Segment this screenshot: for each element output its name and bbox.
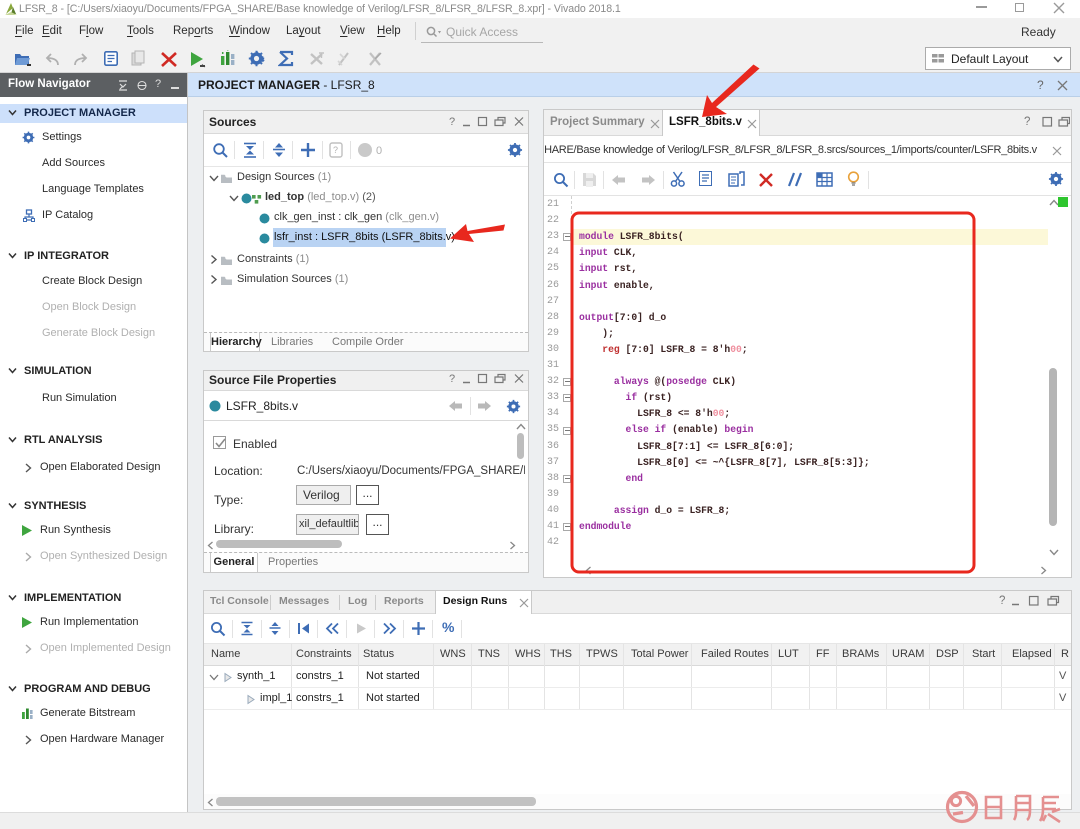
svg-text:0: 0 <box>376 145 382 157</box>
svg-text:?: ? <box>1024 116 1030 128</box>
svg-text:?: ? <box>333 145 338 155</box>
svg-text:?: ? <box>999 595 1005 607</box>
svg-text:?: ? <box>449 116 455 128</box>
svg-text:?: ? <box>449 373 455 385</box>
